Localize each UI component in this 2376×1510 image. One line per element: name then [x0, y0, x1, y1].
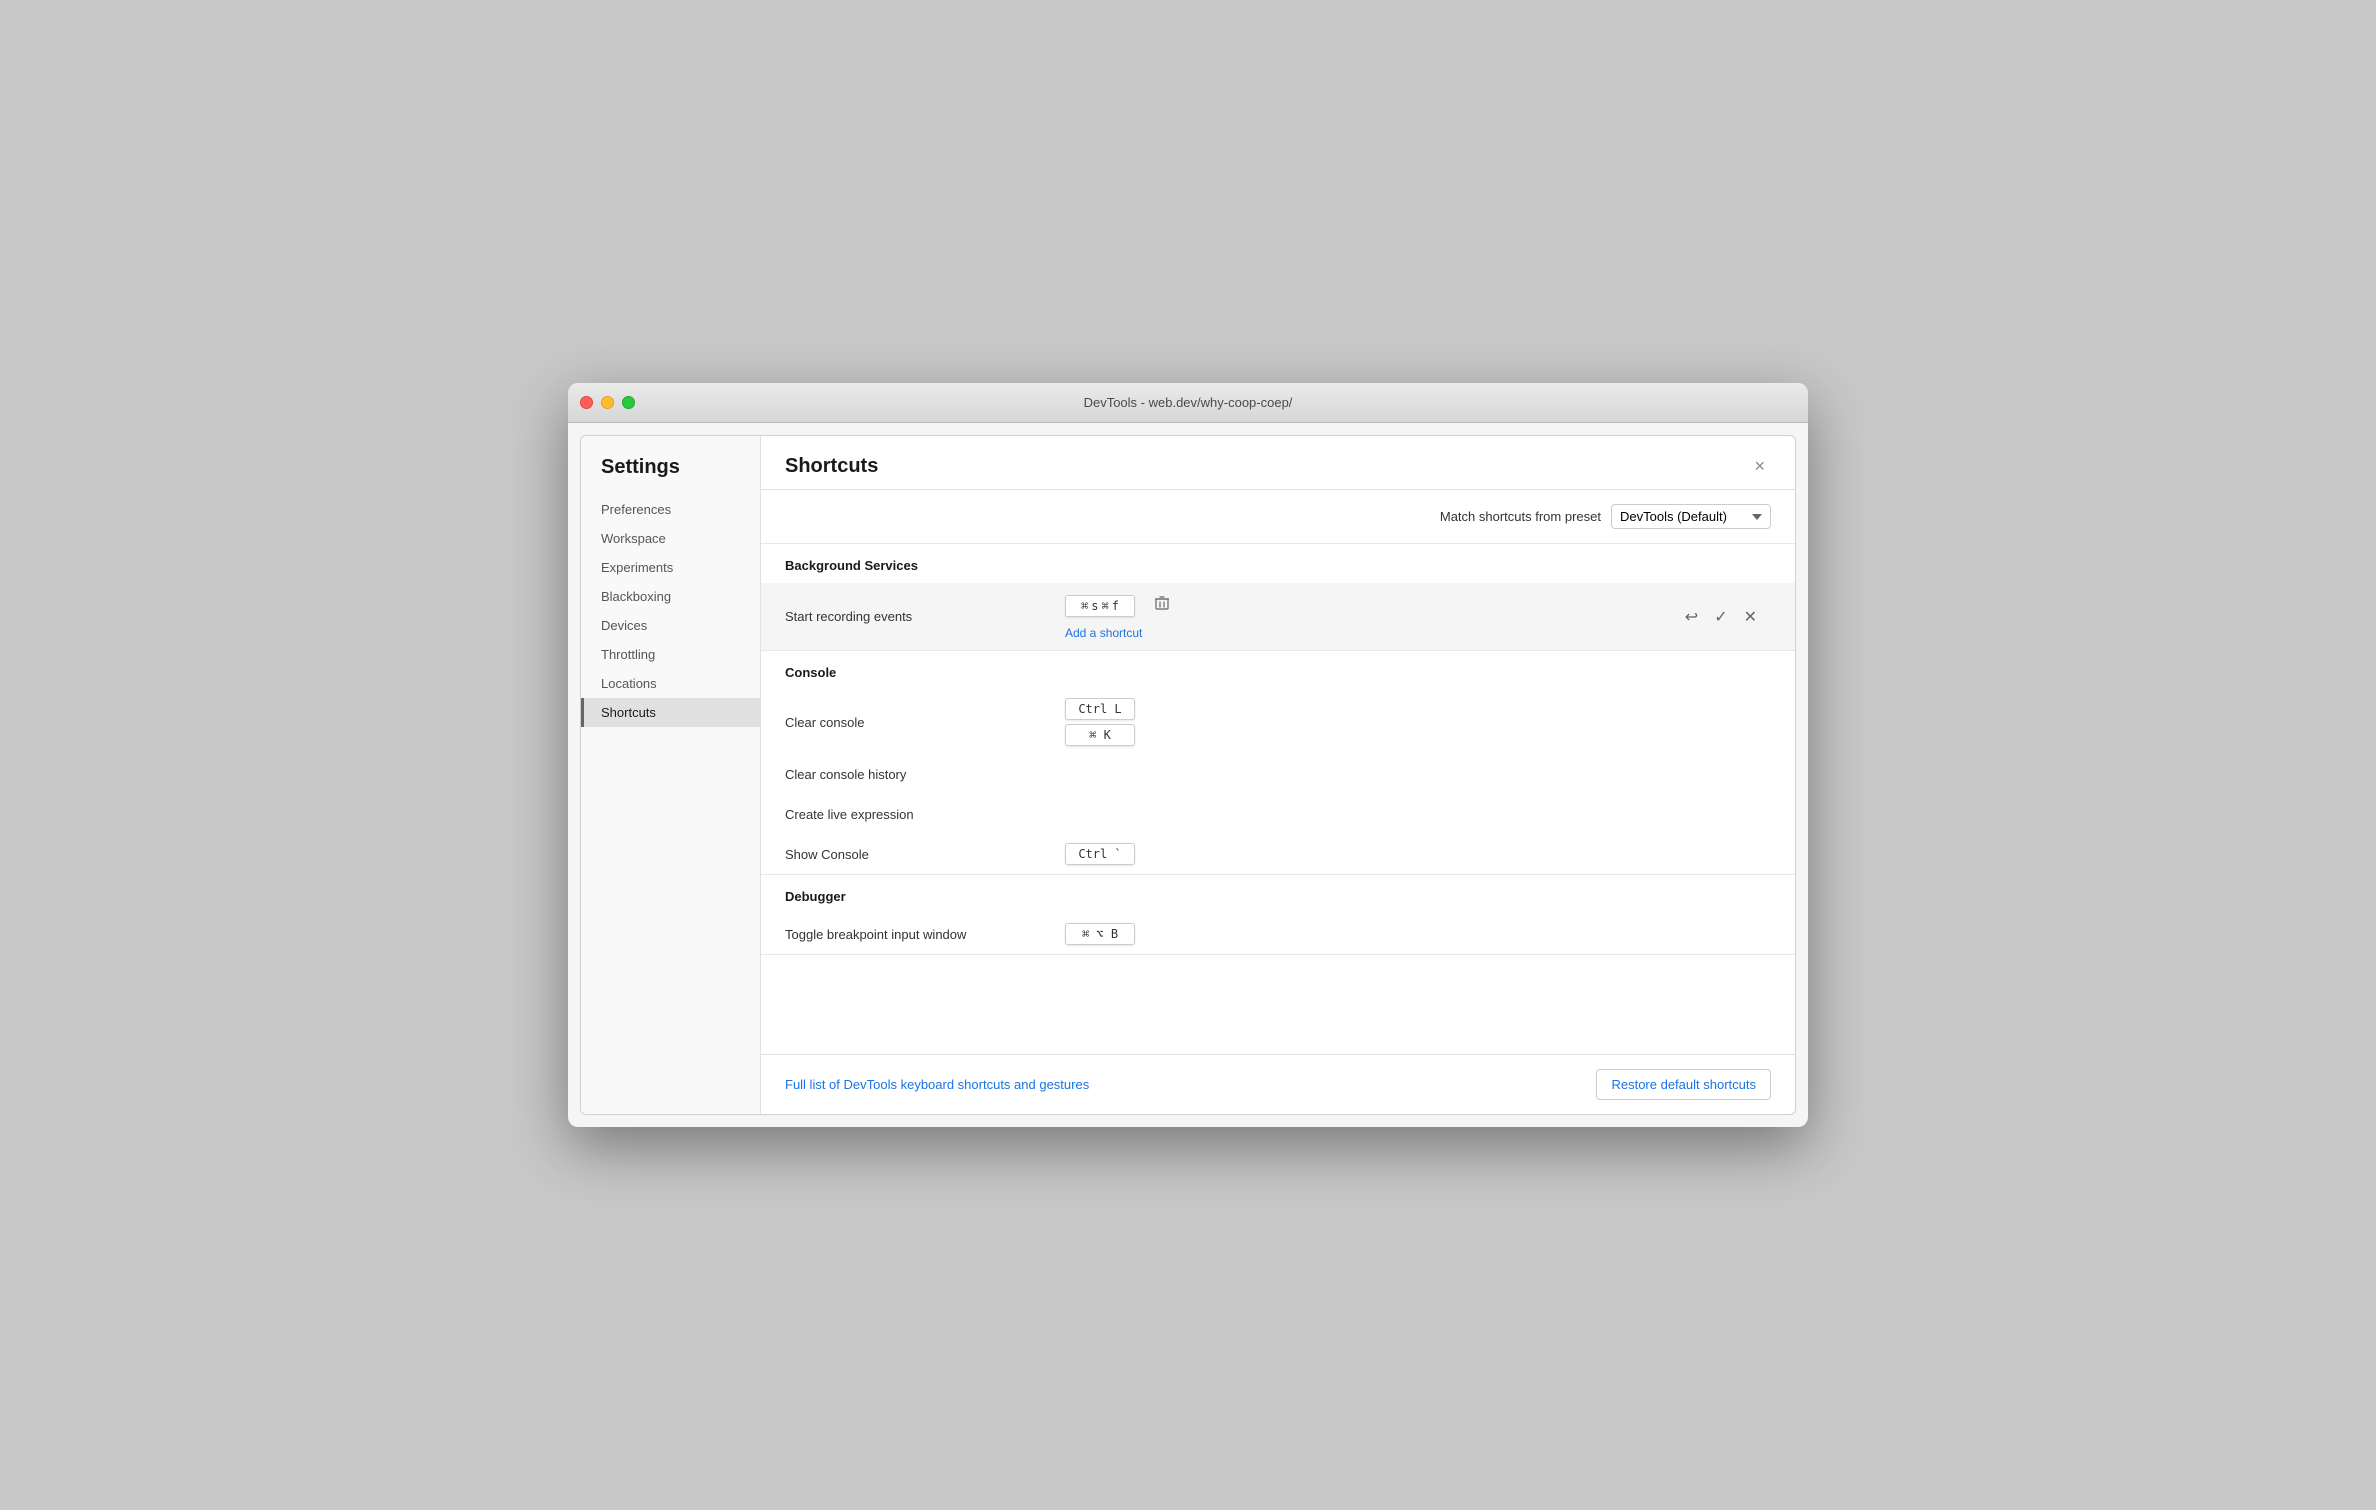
shortcut-name-clear-console-history: Clear console history [785, 767, 1065, 782]
shortcuts-body: Background Services Start recording even… [761, 544, 1795, 1054]
shortcut-name-create-live-expression: Create live expression [785, 807, 1065, 822]
sidebar-item-experiments[interactable]: Experiments [581, 553, 760, 582]
preset-row: Match shortcuts from preset DevTools (De… [761, 490, 1795, 544]
close-button[interactable] [580, 396, 593, 409]
section-debugger: Debugger Toggle breakpoint input window … [761, 875, 1795, 955]
main-content: Shortcuts × Match shortcuts from preset … [761, 436, 1795, 1114]
shortcut-row-show-console: Show Console Ctrl ` [761, 834, 1795, 874]
shortcut-keys-toggle-breakpoint: ⌘ ⌥ B [1065, 923, 1771, 945]
maximize-button[interactable] [622, 396, 635, 409]
edit-actions: ↩ ✓ ✕ [1679, 603, 1771, 631]
key-badge-cmd-s-cmd-f: ⌘ s ⌘ f [1065, 595, 1135, 617]
section-background-services: Background Services Start recording even… [761, 544, 1795, 651]
page-title: Shortcuts [785, 455, 878, 478]
shortcut-key-row-cmd-opt-b: ⌘ ⌥ B [1065, 923, 1771, 945]
preset-select[interactable]: DevTools (Default) Visual Studio Code [1611, 504, 1771, 529]
undo-button[interactable]: ↩ [1679, 603, 1704, 631]
shortcut-row-start-recording: Start recording events ⌘ s ⌘ f [761, 583, 1795, 650]
restore-defaults-button[interactable]: Restore default shortcuts [1596, 1069, 1771, 1100]
shortcut-name-toggle-breakpoint: Toggle breakpoint input window [785, 927, 1065, 942]
key-badge-ctrl-backtick: Ctrl ` [1065, 843, 1135, 865]
minimize-button[interactable] [601, 396, 614, 409]
sidebar-item-devices[interactable]: Devices [581, 611, 760, 640]
delete-shortcut-button[interactable] [1151, 591, 1173, 620]
cmd-symbol: ⌘ [1081, 599, 1088, 613]
titlebar: DevTools - web.dev/why-coop-coep/ [568, 383, 1808, 423]
shortcut-key-row-cmd-k: ⌘ K [1065, 724, 1771, 746]
sidebar-item-locations[interactable]: Locations [581, 669, 760, 698]
shortcut-key-row: ⌘ s ⌘ f [1065, 591, 1679, 620]
sidebar-title: Settings [581, 456, 760, 495]
key-badge-cmd-k: ⌘ K [1065, 724, 1135, 746]
shortcut-row-toggle-breakpoint: Toggle breakpoint input window ⌘ ⌥ B [761, 914, 1795, 954]
window-body: Settings Preferences Workspace Experimen… [580, 435, 1796, 1115]
titlebar-buttons [580, 396, 635, 409]
shortcut-keys-clear-console: Ctrl L ⌘ K [1065, 698, 1771, 746]
confirm-button[interactable]: ✓ [1708, 603, 1733, 631]
sidebar: Settings Preferences Workspace Experimen… [581, 436, 761, 1114]
shortcut-key-row-ctrl-backtick: Ctrl ` [1065, 843, 1771, 865]
sidebar-item-throttling[interactable]: Throttling [581, 640, 760, 669]
section-header-background-services: Background Services [761, 544, 1795, 583]
main-footer: Full list of DevTools keyboard shortcuts… [761, 1054, 1795, 1114]
shortcut-row-clear-console-history: Clear console history [761, 754, 1795, 794]
section-header-console: Console [761, 651, 1795, 690]
cancel-edit-button[interactable]: ✕ [1738, 603, 1763, 631]
sidebar-item-workspace[interactable]: Workspace [581, 524, 760, 553]
shortcut-name-start-recording: Start recording events [785, 609, 1065, 624]
shortcut-row-clear-console: Clear console Ctrl L ⌘ K [761, 690, 1795, 754]
section-header-debugger: Debugger [761, 875, 1795, 914]
sidebar-item-blackboxing[interactable]: Blackboxing [581, 582, 760, 611]
key-badge-cmd-opt-b: ⌘ ⌥ B [1065, 923, 1135, 945]
section-console: Console Clear console Ctrl L ⌘ K [761, 651, 1795, 875]
preset-label: Match shortcuts from preset [1440, 509, 1601, 524]
cmd-symbol-2: ⌘ [1102, 599, 1109, 613]
shortcut-key-row-ctrl-l: Ctrl L [1065, 698, 1771, 720]
full-list-link[interactable]: Full list of DevTools keyboard shortcuts… [785, 1077, 1089, 1092]
shortcut-keys-show-console: Ctrl ` [1065, 843, 1771, 865]
shortcut-name-show-console: Show Console [785, 847, 1065, 862]
key-badge-ctrl-l: Ctrl L [1065, 698, 1135, 720]
sidebar-item-preferences[interactable]: Preferences [581, 495, 760, 524]
main-header: Shortcuts × [761, 436, 1795, 490]
close-panel-button[interactable]: × [1748, 454, 1771, 479]
shortcut-name-clear-console: Clear console [785, 715, 1065, 730]
add-shortcut-link[interactable]: Add a shortcut [1065, 624, 1679, 642]
devtools-window: DevTools - web.dev/why-coop-coep/ Settin… [568, 383, 1808, 1127]
window-title: DevTools - web.dev/why-coop-coep/ [1084, 395, 1293, 410]
shortcut-keys-start-recording: ⌘ s ⌘ f [1065, 591, 1679, 642]
sidebar-item-shortcuts[interactable]: Shortcuts [581, 698, 760, 727]
shortcut-row-create-live-expression: Create live expression [761, 794, 1795, 834]
